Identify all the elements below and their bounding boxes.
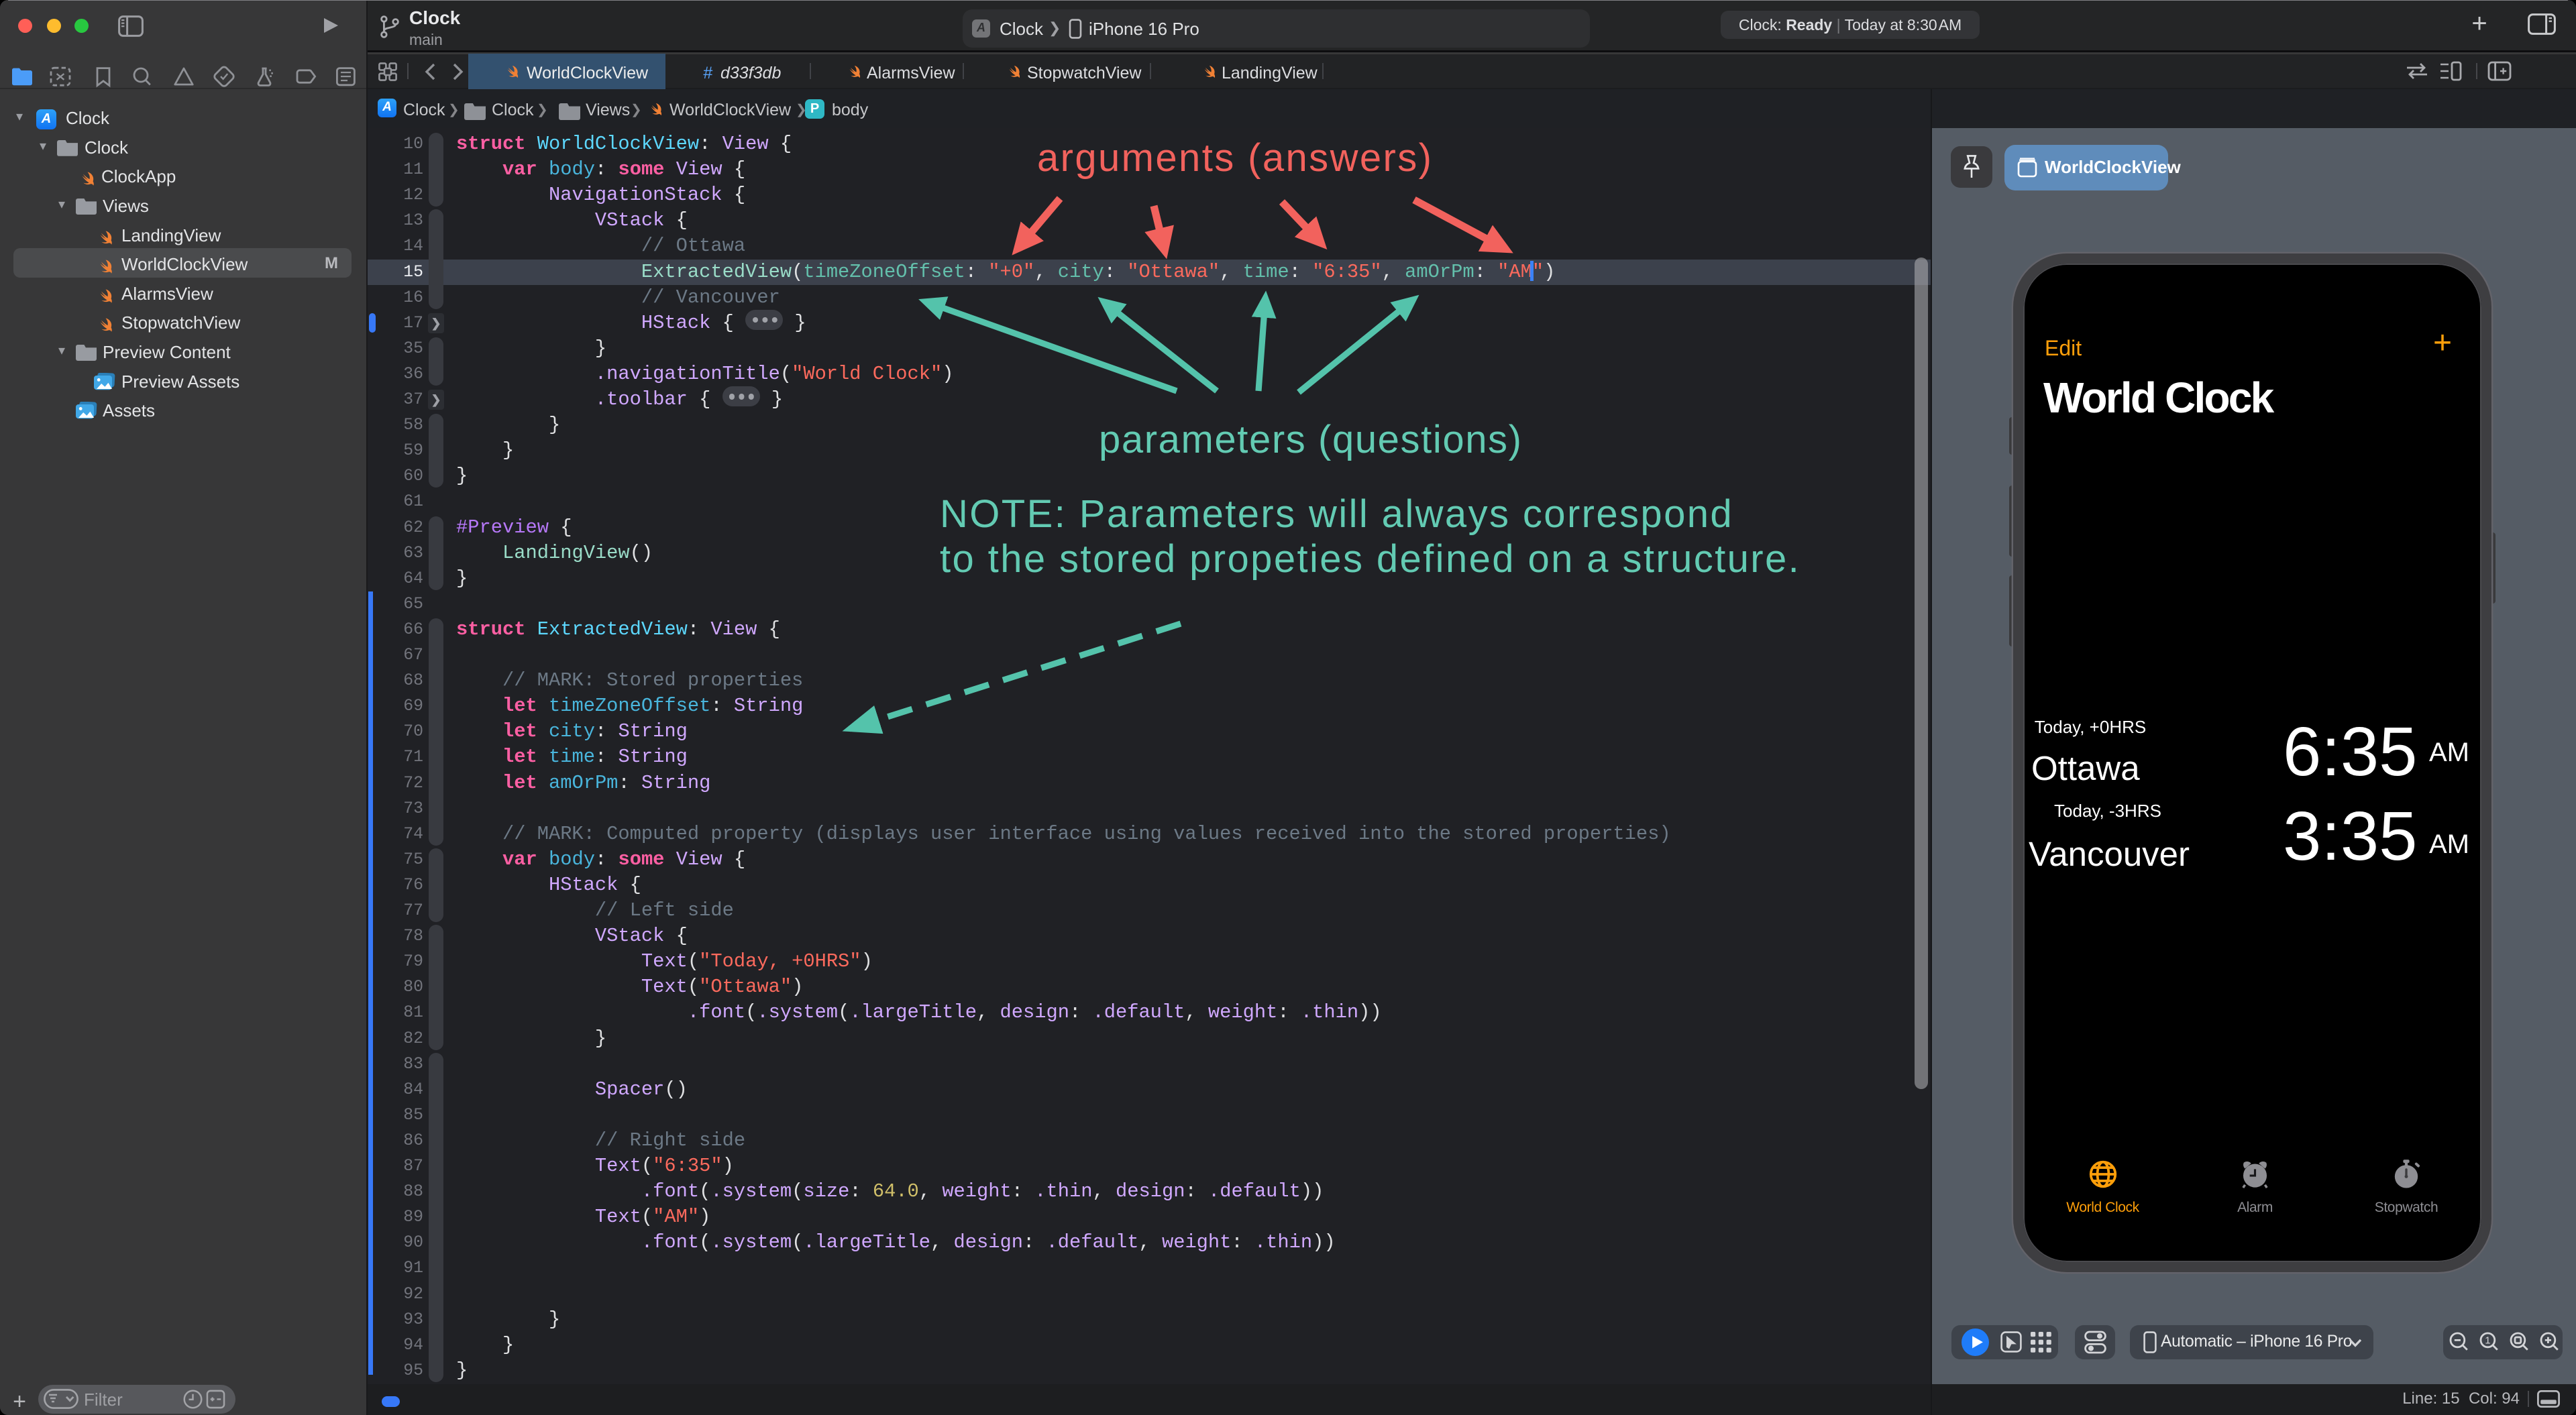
svg-text:1: 1 (2485, 1335, 2490, 1347)
